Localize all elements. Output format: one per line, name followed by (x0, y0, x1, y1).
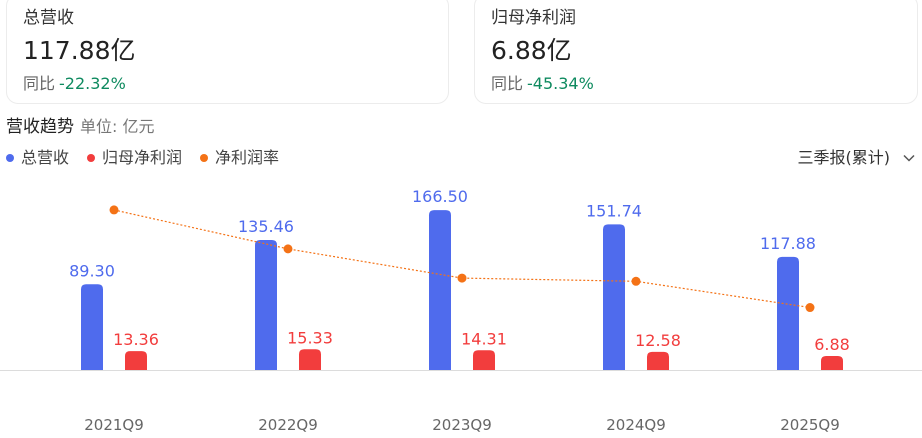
bar-profit (473, 350, 495, 370)
net-profit-card-change: 同比 -45.34% (491, 73, 901, 95)
x-tick-label: 2023Q9 (432, 416, 492, 434)
legend-label-revenue: 总营收 (21, 148, 70, 167)
section-title: 营收趋势 单位: 亿元 (6, 115, 154, 139)
chart-legend: 总营收 归母净利润 净利润率 (6, 147, 279, 169)
point-net-margin (283, 244, 293, 254)
bar-profit (125, 351, 147, 370)
x-tick-label: 2024Q9 (606, 416, 666, 434)
bar-revenue (429, 210, 451, 370)
x-tick-label: 2022Q9 (258, 416, 318, 434)
data-label-revenue: 117.88 (760, 234, 816, 253)
revenue-change-value: -22.32% (59, 74, 126, 93)
point-net-margin (805, 303, 815, 313)
legend-label-profit: 归母净利润 (102, 148, 183, 167)
net-profit-change-label: 同比 (491, 74, 524, 93)
revenue-card-value: 117.88亿 (23, 36, 136, 65)
net-profit-change-value: -45.34% (527, 74, 594, 93)
x-tick-label: 2021Q9 (84, 416, 144, 434)
period-dropdown-value: 三季报(累计) (797, 148, 891, 167)
legend-dot-profit (87, 154, 96, 162)
section-unit: 单位: 亿元 (80, 117, 155, 136)
point-net-margin (631, 276, 641, 286)
bar-profit (647, 351, 669, 370)
legend-dot-revenue (6, 154, 14, 162)
revenue-card-change: 同比 -22.32% (23, 73, 432, 95)
legend-item-margin[interactable]: 净利润率 (200, 147, 279, 169)
chevron-down-icon (903, 154, 915, 162)
revenue-card[interactable]: 总营收 117.88亿 同比 -22.32% (6, 0, 449, 104)
data-label-revenue: 151.74 (586, 201, 642, 220)
period-dropdown[interactable]: 三季报(累计) (798, 147, 917, 169)
bar-profit (299, 349, 321, 370)
data-label-revenue: 89.30 (69, 261, 115, 280)
point-net-margin (457, 273, 467, 283)
net-profit-card-value: 6.88亿 (491, 36, 572, 65)
legend-item-profit[interactable]: 归母净利润 (87, 147, 182, 169)
revenue-trend-chart: 89.30 13.36 2021Q9 135.46 15.33 2022Q9 166.50 1… (0, 187, 922, 434)
revenue-change-label: 同比 (23, 74, 56, 93)
legend-label-margin: 净利润率 (215, 148, 280, 167)
net-profit-card-title: 归母净利润 (491, 8, 576, 28)
legend-dot-margin (200, 154, 209, 162)
data-label-profit: 14.31 (461, 329, 507, 348)
data-label-profit: 12.58 (635, 331, 681, 350)
section-title-text: 营收趋势 (6, 117, 74, 137)
data-label-revenue: 166.50 (412, 187, 468, 206)
data-label-profit: 6.88 (814, 335, 850, 354)
data-label-profit: 13.36 (113, 330, 159, 349)
revenue-card-title: 总营收 (23, 8, 74, 28)
bar-profit (821, 356, 843, 370)
bar-revenue (255, 239, 277, 370)
data-label-revenue: 135.46 (238, 217, 294, 236)
net-profit-card[interactable]: 归母净利润 6.88亿 同比 -45.34% (474, 0, 918, 104)
x-tick-label: 2025Q9 (780, 416, 840, 434)
bar-revenue (777, 256, 799, 370)
bar-revenue (81, 284, 103, 370)
line-net-margin (113, 209, 811, 309)
bar-revenue (603, 224, 625, 370)
point-net-margin (109, 205, 119, 215)
data-label-profit: 15.33 (287, 328, 333, 347)
legend-item-revenue[interactable]: 总营收 (6, 147, 69, 169)
